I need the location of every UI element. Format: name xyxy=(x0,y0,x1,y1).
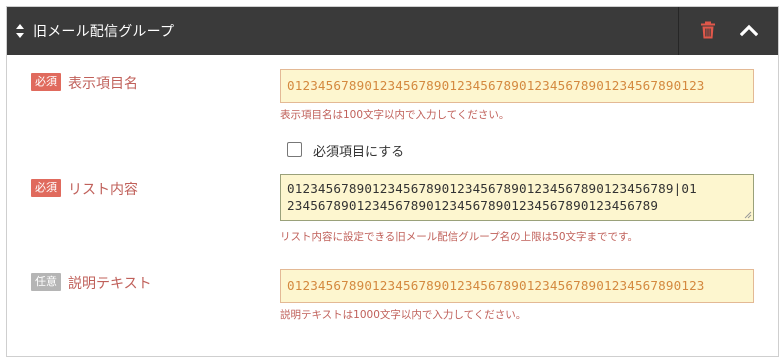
header-divider xyxy=(678,7,679,55)
description-input[interactable]: 0123456789012345678901234567890123456789… xyxy=(280,269,754,303)
required-badge: 必須 xyxy=(31,73,61,91)
sort-updown-icon[interactable] xyxy=(15,23,25,39)
description-label: 説明テキスト xyxy=(68,276,152,292)
required-badge: 必須 xyxy=(31,179,61,197)
optional-badge: 任意 xyxy=(31,273,61,291)
chevron-up-icon[interactable] xyxy=(740,23,758,37)
list-content-textarea[interactable]: 0123456789012345678901234567890123456789… xyxy=(280,174,754,221)
display-name-help: 表示項目名は100文字以内で入力してください。 xyxy=(280,109,510,121)
required-checkbox-label: 必須項目にする xyxy=(313,145,405,160)
panel-title: 旧メール配信グループ xyxy=(33,24,175,40)
display-name-input[interactable]: 0123456789012345678901234567890123456789… xyxy=(280,69,754,103)
list-content-line: 2345678901234567890123456789012345678901… xyxy=(287,198,659,213)
resize-grip-icon[interactable] xyxy=(744,211,752,219)
list-content-help: リスト内容に設定できる旧メール配信グループ名の上限は50文字までです。 xyxy=(280,231,638,243)
list-content-line: 0123456789012345678901234567890123456789… xyxy=(287,181,697,196)
required-checkbox[interactable] xyxy=(287,142,302,157)
panel-header: 旧メール配信グループ xyxy=(7,7,778,55)
list-content-label: リスト内容 xyxy=(68,182,138,198)
description-help: 説明テキストは1000文字以内で入力してください。 xyxy=(280,309,527,321)
mail-group-panel: 旧メール配信グループ 必須 表示項目名 01234567890123456789… xyxy=(6,6,779,357)
trash-icon[interactable] xyxy=(700,21,716,39)
display-name-label: 表示項目名 xyxy=(68,76,138,92)
